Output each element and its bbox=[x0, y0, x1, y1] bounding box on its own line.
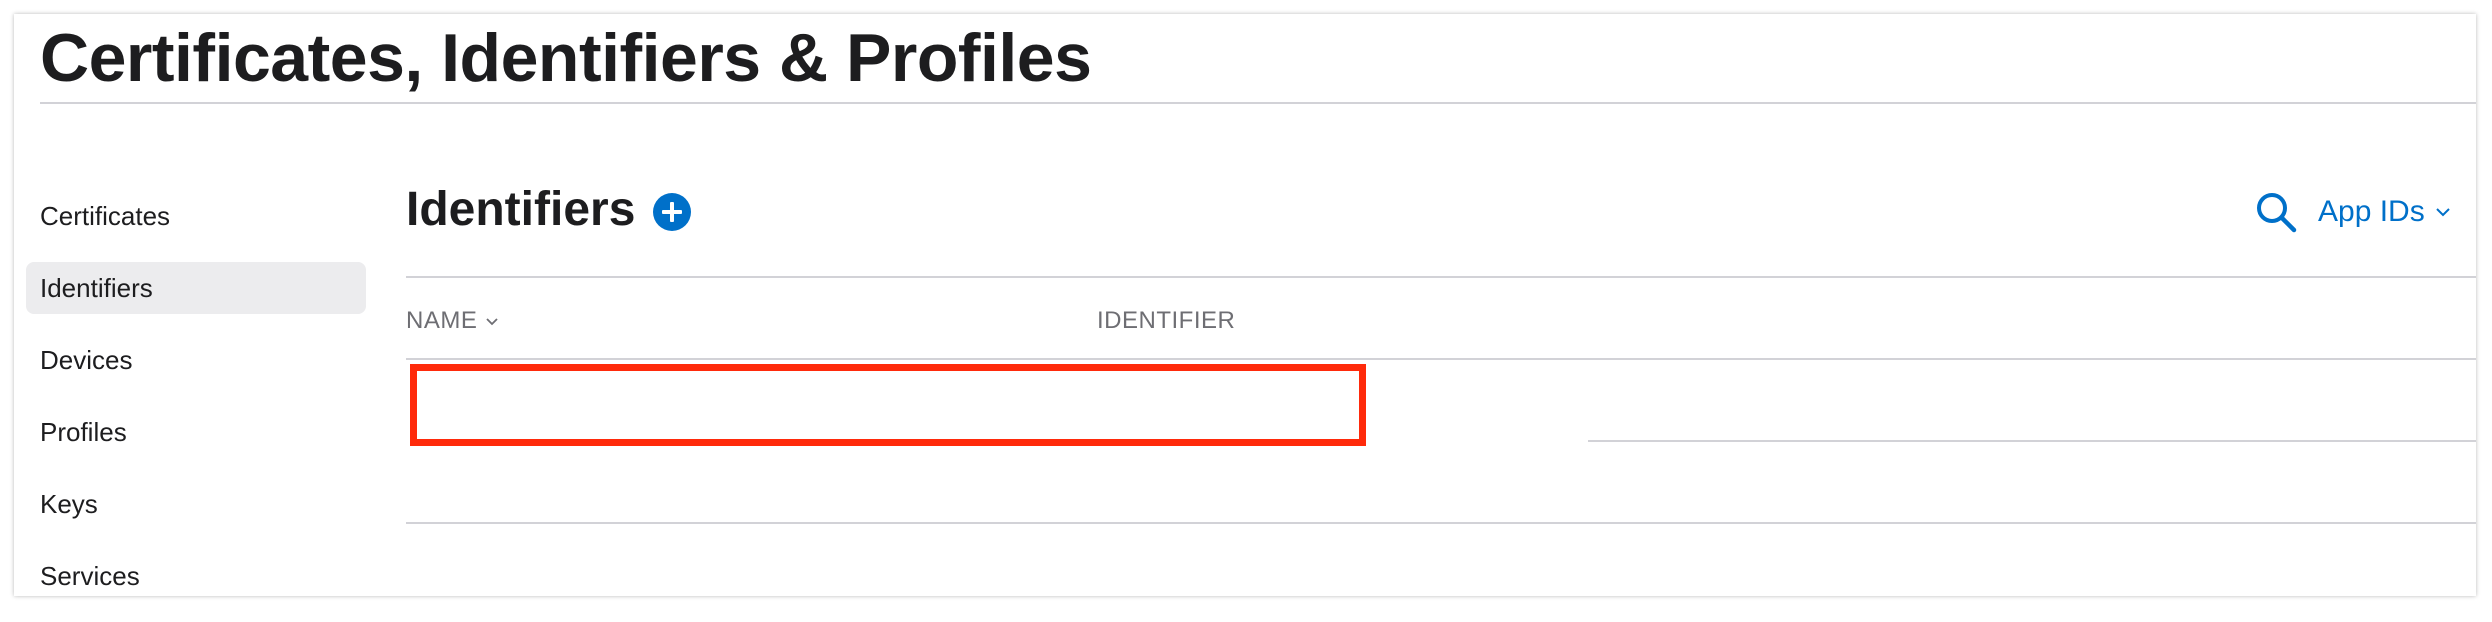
sidebar: Certificates Identifiers Devices Profile… bbox=[26, 190, 366, 622]
sidebar-item-devices[interactable]: Devices bbox=[26, 334, 366, 386]
filter-label: App IDs bbox=[2318, 195, 2425, 228]
add-identifier-button[interactable] bbox=[652, 192, 692, 232]
chevron-down-icon bbox=[2436, 208, 2450, 217]
page-title: Certificates, Identifiers & Profiles bbox=[40, 20, 1092, 96]
column-header-name[interactable]: NAME bbox=[406, 306, 499, 336]
column-header-identifier: IDENTIFIER bbox=[1097, 306, 1235, 336]
sidebar-item-profiles[interactable]: Profiles bbox=[26, 406, 366, 458]
sidebar-item-services[interactable]: Services bbox=[26, 550, 366, 602]
row-divider bbox=[1588, 440, 2476, 442]
section-title: Identifiers bbox=[406, 183, 636, 236]
title-divider bbox=[40, 102, 2476, 104]
header-divider bbox=[406, 358, 2476, 360]
search-button[interactable] bbox=[2254, 190, 2298, 234]
sidebar-item-identifiers[interactable]: Identifiers bbox=[26, 262, 366, 314]
plus-circle-icon bbox=[653, 193, 691, 231]
column-header-identifier-label: IDENTIFIER bbox=[1097, 307, 1236, 334]
chevron-down-icon bbox=[486, 317, 498, 325]
table-top-divider bbox=[406, 276, 2476, 278]
sidebar-item-certificates[interactable]: Certificates bbox=[26, 190, 366, 242]
sidebar-item-keys[interactable]: Keys bbox=[26, 478, 366, 530]
column-header-name-label: NAME bbox=[406, 307, 478, 334]
search-icon bbox=[2257, 193, 2297, 233]
app-ids-filter-dropdown[interactable]: App IDs bbox=[2318, 188, 2451, 236]
highlight-box bbox=[410, 364, 1366, 446]
table-bottom-divider bbox=[406, 522, 2476, 524]
